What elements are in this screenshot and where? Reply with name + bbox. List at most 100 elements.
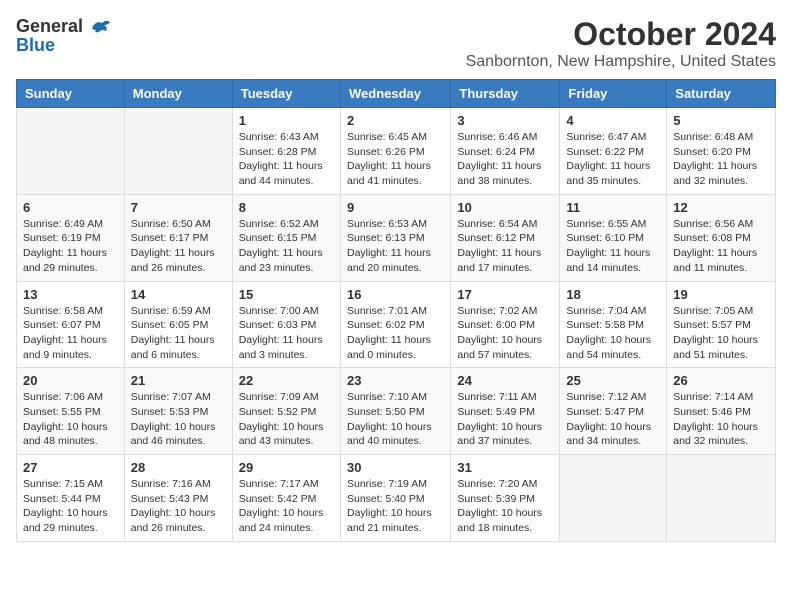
day-info: Sunrise: 7:02 AM Sunset: 6:00 PM Dayligh… [457, 304, 553, 363]
day-info: Sunrise: 7:19 AM Sunset: 5:40 PM Dayligh… [347, 477, 444, 536]
calendar-week-row: 27 Sunrise: 7:15 AM Sunset: 5:44 PM Dayli… [17, 455, 776, 542]
day-info: Sunrise: 6:50 AM Sunset: 6:17 PM Dayligh… [131, 217, 226, 276]
day-info: Sunrise: 7:15 AM Sunset: 5:44 PM Dayligh… [23, 477, 118, 536]
day-number: 23 [347, 373, 444, 388]
calendar-cell: 8 Sunrise: 6:52 AM Sunset: 6:15 PM Daylig… [232, 194, 340, 281]
calendar-cell: 18 Sunrise: 7:04 AM Sunset: 5:58 PM Dayli… [560, 281, 667, 368]
day-number: 9 [347, 200, 444, 215]
calendar-cell: 13 Sunrise: 6:58 AM Sunset: 6:07 PM Dayli… [17, 281, 125, 368]
day-number: 18 [566, 287, 660, 302]
calendar-cell: 19 Sunrise: 7:05 AM Sunset: 5:57 PM Dayli… [667, 281, 776, 368]
day-number: 10 [457, 200, 553, 215]
calendar-cell: 23 Sunrise: 7:10 AM Sunset: 5:50 PM Dayli… [340, 368, 450, 455]
day-info: Sunrise: 6:43 AM Sunset: 6:28 PM Dayligh… [239, 130, 334, 189]
calendar-cell: 17Sunrise: 7:02 AM Sunset: 6:00 PM Dayli… [451, 281, 560, 368]
day-number: 15 [239, 287, 334, 302]
weekday-header: Thursday [451, 80, 560, 108]
weekday-header: Wednesday [340, 80, 450, 108]
calendar-cell: 29 Sunrise: 7:17 AM Sunset: 5:42 PM Dayli… [232, 455, 340, 542]
calendar-week-row: 6Sunrise: 6:49 AM Sunset: 6:19 PM Daylig… [17, 194, 776, 281]
logo: General Blue [16, 16, 112, 56]
calendar-cell [17, 108, 125, 195]
calendar-cell [124, 108, 232, 195]
day-number: 29 [239, 460, 334, 475]
day-number: 21 [131, 373, 226, 388]
location-title: Sanbornton, New Hampshire, United States [466, 53, 776, 71]
day-number: 22 [239, 373, 334, 388]
calendar-week-row: 1 Sunrise: 6:43 AM Sunset: 6:28 PM Daylig… [17, 108, 776, 195]
day-number: 16 [347, 287, 444, 302]
day-info: Sunrise: 7:17 AM Sunset: 5:42 PM Dayligh… [239, 477, 334, 536]
day-info: Sunrise: 7:05 AM Sunset: 5:57 PM Dayligh… [673, 304, 769, 363]
day-info: Sunrise: 6:47 AM Sunset: 6:22 PM Dayligh… [566, 130, 660, 189]
day-info: Sunrise: 7:07 AM Sunset: 5:53 PM Dayligh… [131, 390, 226, 449]
day-number: 25 [566, 373, 660, 388]
calendar-cell: 26Sunrise: 7:14 AM Sunset: 5:46 PM Dayli… [667, 368, 776, 455]
calendar-cell [667, 455, 776, 542]
day-number: 3 [457, 113, 553, 128]
day-number: 20 [23, 373, 118, 388]
day-number: 26 [673, 373, 769, 388]
day-number: 30 [347, 460, 444, 475]
day-info: Sunrise: 6:54 AM Sunset: 6:12 PM Dayligh… [457, 217, 553, 276]
day-number: 2 [347, 113, 444, 128]
calendar-cell: 24 Sunrise: 7:11 AM Sunset: 5:49 PM Dayli… [451, 368, 560, 455]
day-info: Sunrise: 6:48 AM Sunset: 6:20 PM Dayligh… [673, 130, 769, 189]
calendar-cell: 6Sunrise: 6:49 AM Sunset: 6:19 PM Daylig… [17, 194, 125, 281]
weekday-header: Monday [124, 80, 232, 108]
calendar-cell: 1 Sunrise: 6:43 AM Sunset: 6:28 PM Daylig… [232, 108, 340, 195]
day-info: Sunrise: 6:53 AM Sunset: 6:13 PM Dayligh… [347, 217, 444, 276]
day-info: Sunrise: 7:20 AM Sunset: 5:39 PM Dayligh… [457, 477, 553, 536]
day-info: Sunrise: 6:46 AM Sunset: 6:24 PM Dayligh… [457, 130, 553, 189]
calendar-cell: 22 Sunrise: 7:09 AM Sunset: 5:52 PM Dayli… [232, 368, 340, 455]
calendar-cell: 30 Sunrise: 7:19 AM Sunset: 5:40 PM Dayli… [340, 455, 450, 542]
calendar-cell [560, 455, 667, 542]
day-number: 24 [457, 373, 553, 388]
calendar-table: SundayMondayTuesdayWednesdayThursdayFrid… [16, 79, 776, 542]
day-number: 8 [239, 200, 334, 215]
calendar-cell: 16 Sunrise: 7:01 AM Sunset: 6:02 PM Dayli… [340, 281, 450, 368]
day-number: 31 [457, 460, 553, 475]
calendar-cell: 9 Sunrise: 6:53 AM Sunset: 6:13 PM Daylig… [340, 194, 450, 281]
day-info: Sunrise: 7:00 AM Sunset: 6:03 PM Dayligh… [239, 304, 334, 363]
page-header: General Blue October 2024 Sanbornton, Ne… [16, 16, 776, 71]
calendar-cell: 5Sunrise: 6:48 AM Sunset: 6:20 PM Daylig… [667, 108, 776, 195]
day-number: 12 [673, 200, 769, 215]
day-number: 11 [566, 200, 660, 215]
day-info: Sunrise: 7:12 AM Sunset: 5:47 PM Dayligh… [566, 390, 660, 449]
calendar-cell: 31 Sunrise: 7:20 AM Sunset: 5:39 PM Dayli… [451, 455, 560, 542]
logo-bird-icon [90, 18, 112, 36]
day-number: 19 [673, 287, 769, 302]
day-info: Sunrise: 6:59 AM Sunset: 6:05 PM Dayligh… [131, 304, 226, 363]
weekday-header: Friday [560, 80, 667, 108]
calendar-cell: 12Sunrise: 6:56 AM Sunset: 6:08 PM Dayli… [667, 194, 776, 281]
calendar-week-row: 13 Sunrise: 6:58 AM Sunset: 6:07 PM Dayli… [17, 281, 776, 368]
day-number: 4 [566, 113, 660, 128]
day-info: Sunrise: 7:11 AM Sunset: 5:49 PM Dayligh… [457, 390, 553, 449]
calendar-week-row: 20Sunrise: 7:06 AM Sunset: 5:55 PM Dayli… [17, 368, 776, 455]
calendar-header-row: SundayMondayTuesdayWednesdayThursdayFrid… [17, 80, 776, 108]
calendar-cell: 3 Sunrise: 6:46 AM Sunset: 6:24 PM Daylig… [451, 108, 560, 195]
calendar-cell: 7Sunrise: 6:50 AM Sunset: 6:17 PM Daylig… [124, 194, 232, 281]
day-info: Sunrise: 6:55 AM Sunset: 6:10 PM Dayligh… [566, 217, 660, 276]
day-info: Sunrise: 7:09 AM Sunset: 5:52 PM Dayligh… [239, 390, 334, 449]
calendar-cell: 14Sunrise: 6:59 AM Sunset: 6:05 PM Dayli… [124, 281, 232, 368]
calendar-cell: 21 Sunrise: 7:07 AM Sunset: 5:53 PM Dayli… [124, 368, 232, 455]
day-info: Sunrise: 7:16 AM Sunset: 5:43 PM Dayligh… [131, 477, 226, 536]
day-number: 1 [239, 113, 334, 128]
calendar-cell: 11 Sunrise: 6:55 AM Sunset: 6:10 PM Dayli… [560, 194, 667, 281]
calendar-cell: 4 Sunrise: 6:47 AM Sunset: 6:22 PM Daylig… [560, 108, 667, 195]
day-number: 13 [23, 287, 118, 302]
day-number: 6 [23, 200, 118, 215]
day-info: Sunrise: 6:45 AM Sunset: 6:26 PM Dayligh… [347, 130, 444, 189]
weekday-header: Saturday [667, 80, 776, 108]
day-info: Sunrise: 6:52 AM Sunset: 6:15 PM Dayligh… [239, 217, 334, 276]
day-info: Sunrise: 7:01 AM Sunset: 6:02 PM Dayligh… [347, 304, 444, 363]
day-number: 27 [23, 460, 118, 475]
day-info: Sunrise: 7:04 AM Sunset: 5:58 PM Dayligh… [566, 304, 660, 363]
day-info: Sunrise: 7:10 AM Sunset: 5:50 PM Dayligh… [347, 390, 444, 449]
logo-general: General [16, 16, 112, 37]
calendar-cell: 15 Sunrise: 7:00 AM Sunset: 6:03 PM Dayli… [232, 281, 340, 368]
day-info: Sunrise: 6:58 AM Sunset: 6:07 PM Dayligh… [23, 304, 118, 363]
calendar-cell: 28Sunrise: 7:16 AM Sunset: 5:43 PM Dayli… [124, 455, 232, 542]
